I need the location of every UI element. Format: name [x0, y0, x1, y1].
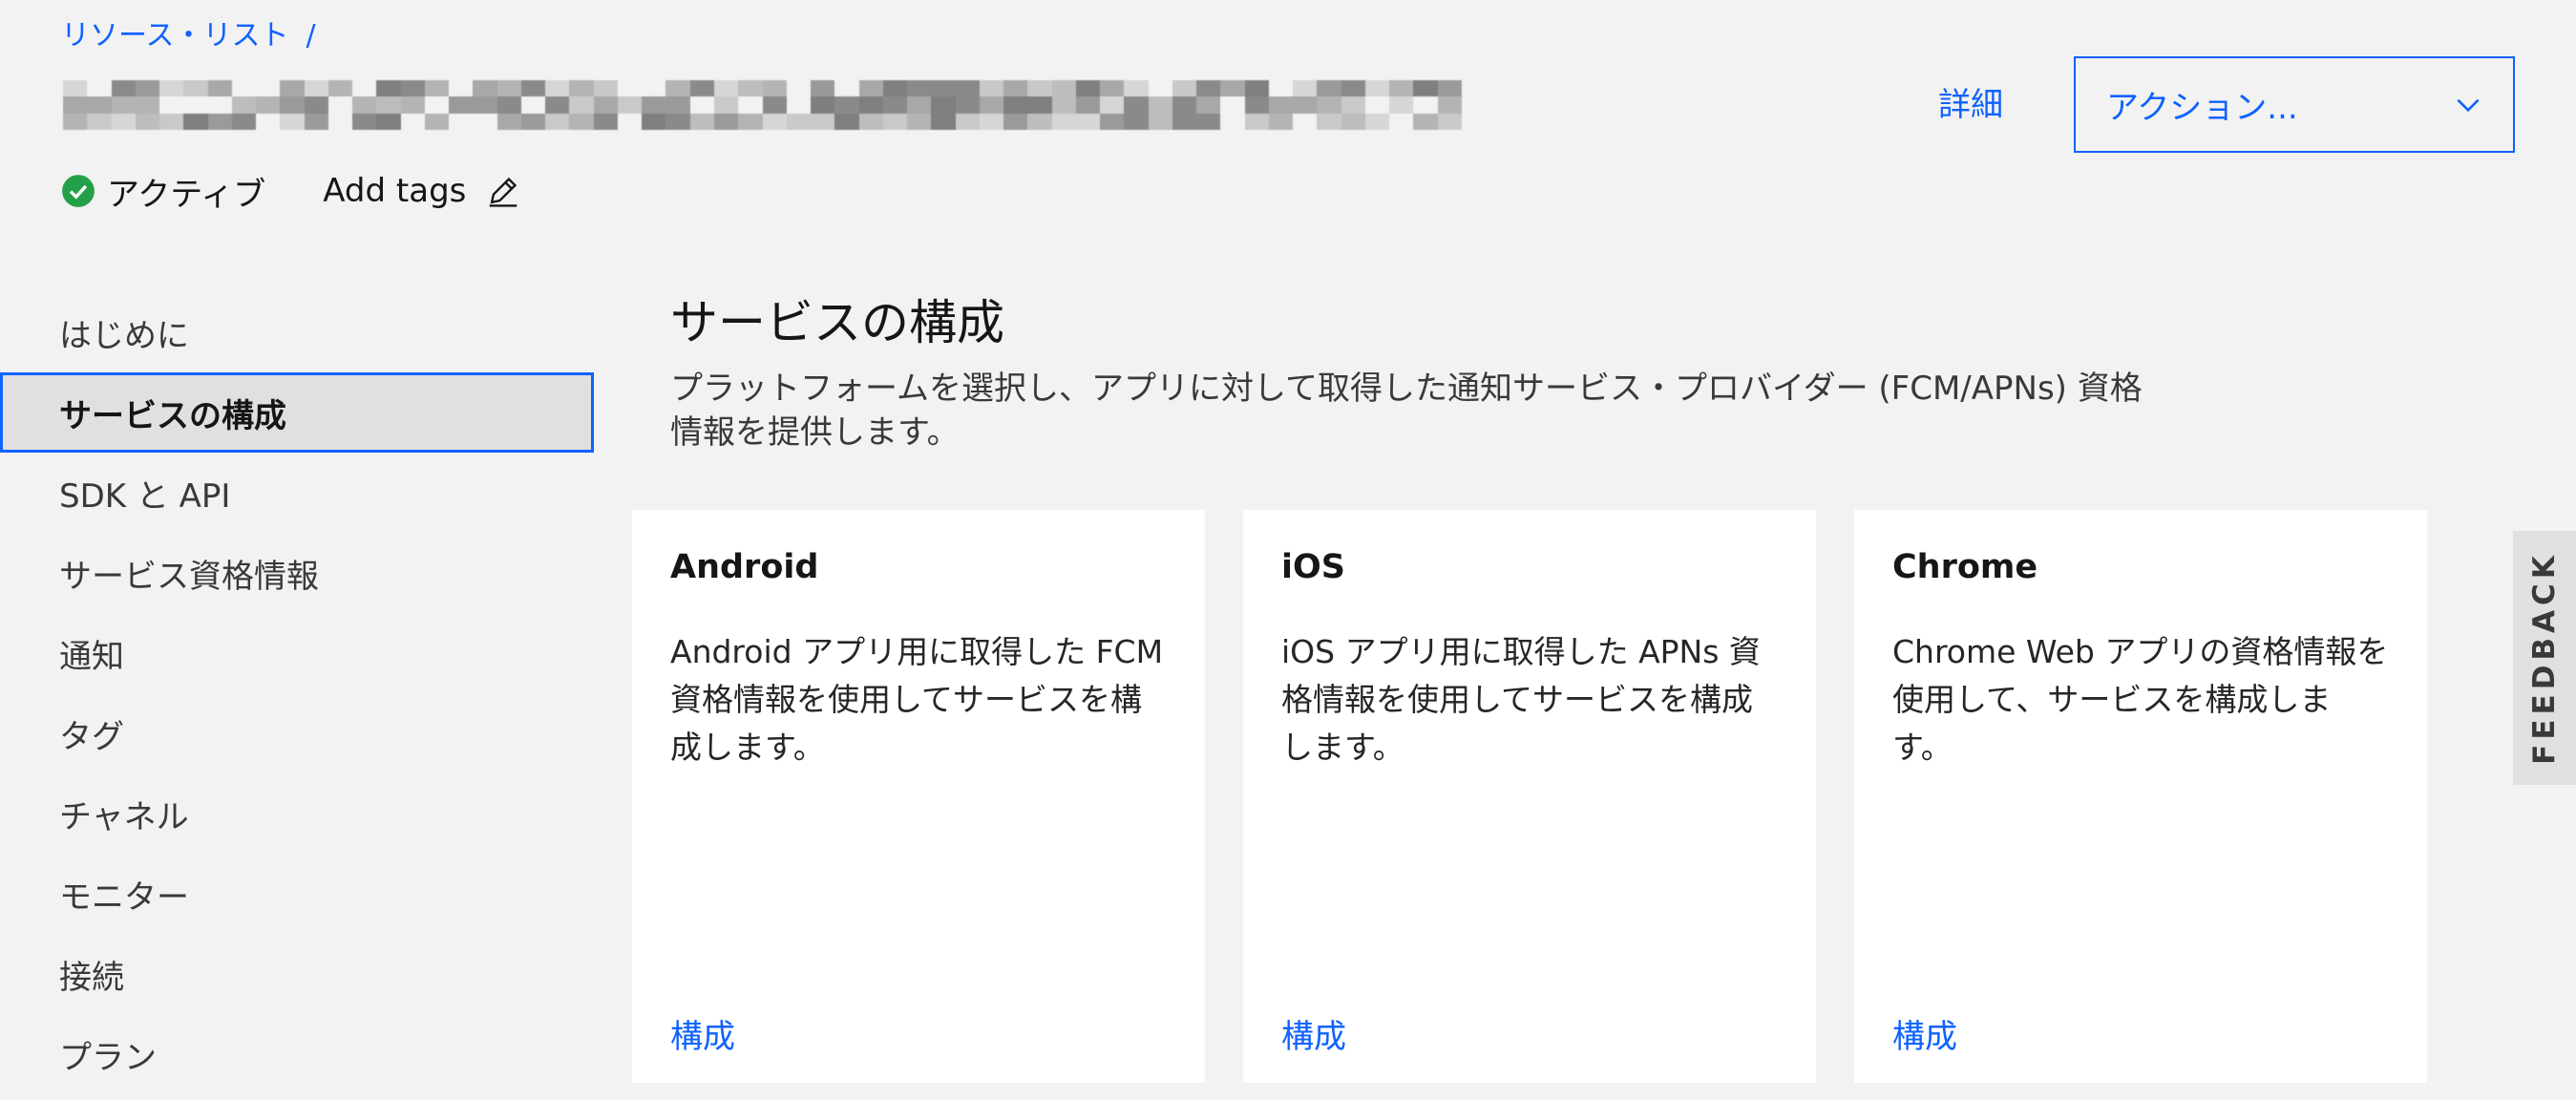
sidebar-item-label: サービスの構成: [59, 396, 286, 435]
sidebar-item-label: 通知: [59, 637, 124, 676]
sidebar-item-configure-service[interactable]: サービスの構成: [0, 372, 594, 453]
sidebar-item-label: SDK と API: [59, 476, 231, 516]
actions-dropdown-label: アクション...: [2106, 89, 2298, 127]
sidebar-item-label: タグ: [59, 717, 124, 756]
status-row: アクティブ Add tags: [61, 168, 521, 214]
sidebar-item-plan[interactable]: プラン: [0, 1014, 594, 1094]
sidebar-item-label: モニター: [59, 878, 189, 917]
status-indicator: アクティブ: [61, 168, 265, 215]
platform-cards: Android Android アプリ用に取得した FCM 資格情報を使用してサ…: [632, 510, 2427, 1083]
page-title: サービスの構成: [670, 295, 1004, 350]
sidebar-item-label: 接続: [59, 958, 124, 997]
chevron-down-icon: [2457, 98, 2480, 112]
sidebar-nav: はじめに サービスの構成 SDK と API サービス資格情報 通知 タグ チャ…: [0, 292, 594, 1094]
sidebar-item-sdk-api[interactable]: SDK と API: [0, 453, 594, 533]
configure-chrome-link[interactable]: 構成: [1892, 1016, 1957, 1058]
breadcrumb: リソース・リスト /: [61, 17, 316, 55]
actions-dropdown[interactable]: アクション...: [2074, 56, 2515, 153]
configure-ios-link[interactable]: 構成: [1281, 1016, 1346, 1058]
breadcrumb-separator: /: [306, 19, 316, 53]
configure-android-link[interactable]: 構成: [670, 1016, 735, 1058]
sidebar-item-notifications[interactable]: 通知: [0, 613, 594, 693]
platform-card-chrome: Chrome Chrome Web アプリの資格情報を使用して、サービスを構成し…: [1854, 510, 2427, 1083]
platform-card-ios: iOS iOS アプリ用に取得した APNs 資格情報を使用してサービスを構成し…: [1243, 510, 1816, 1083]
card-title: iOS: [1281, 548, 1345, 586]
sidebar-item-tags[interactable]: タグ: [0, 693, 594, 773]
add-tags-button[interactable]: Add tags: [323, 172, 521, 210]
status-label: アクティブ: [107, 175, 266, 214]
card-title: Android: [670, 548, 819, 586]
breadcrumb-item-resource-list[interactable]: リソース・リスト: [61, 17, 289, 55]
page-description: プラットフォームを選択し、アプリに対して取得した通知サービス・プロバイダー (F…: [670, 370, 2143, 452]
feedback-label: FEEDBACK: [2527, 551, 2562, 765]
checkmark-filled-icon: [62, 175, 95, 207]
sidebar-item-monitor[interactable]: モニター: [0, 854, 594, 934]
card-description: Chrome Web アプリの資格情報を使用して、サービスを構成します。: [1892, 633, 2389, 766]
add-tags-label: Add tags: [323, 172, 467, 210]
sidebar-item-getting-started[interactable]: はじめに: [0, 292, 594, 372]
resource-name-redacted: [63, 80, 1462, 130]
card-description: Android アプリ用に取得した FCM 資格情報を使用してサービスを構成しま…: [670, 633, 1164, 766]
sidebar-item-label: はじめに: [59, 316, 189, 355]
sidebar-item-connections[interactable]: 接続: [0, 934, 594, 1014]
sidebar-item-label: プラン: [59, 1038, 157, 1077]
sidebar-item-service-credentials[interactable]: サービス資格情報: [0, 533, 594, 613]
sidebar-item-channels[interactable]: チャネル: [0, 773, 594, 854]
card-description: iOS アプリ用に取得した APNs 資格情報を使用してサービスを構成します。: [1281, 633, 1761, 766]
feedback-tab[interactable]: FEEDBACK: [2513, 531, 2576, 785]
edit-pencil-icon: [490, 177, 517, 207]
details-link[interactable]: 詳細: [1938, 82, 2003, 128]
card-title: Chrome: [1892, 548, 2038, 586]
sidebar-item-label: サービス資格情報: [59, 557, 319, 596]
sidebar-item-label: チャネル: [59, 797, 189, 836]
main-content: サービスの構成 プラットフォームを選択し、アプリに対して取得した通知サービス・プ…: [670, 290, 2160, 487]
platform-card-android: Android Android アプリ用に取得した FCM 資格情報を使用してサ…: [632, 510, 1205, 1083]
